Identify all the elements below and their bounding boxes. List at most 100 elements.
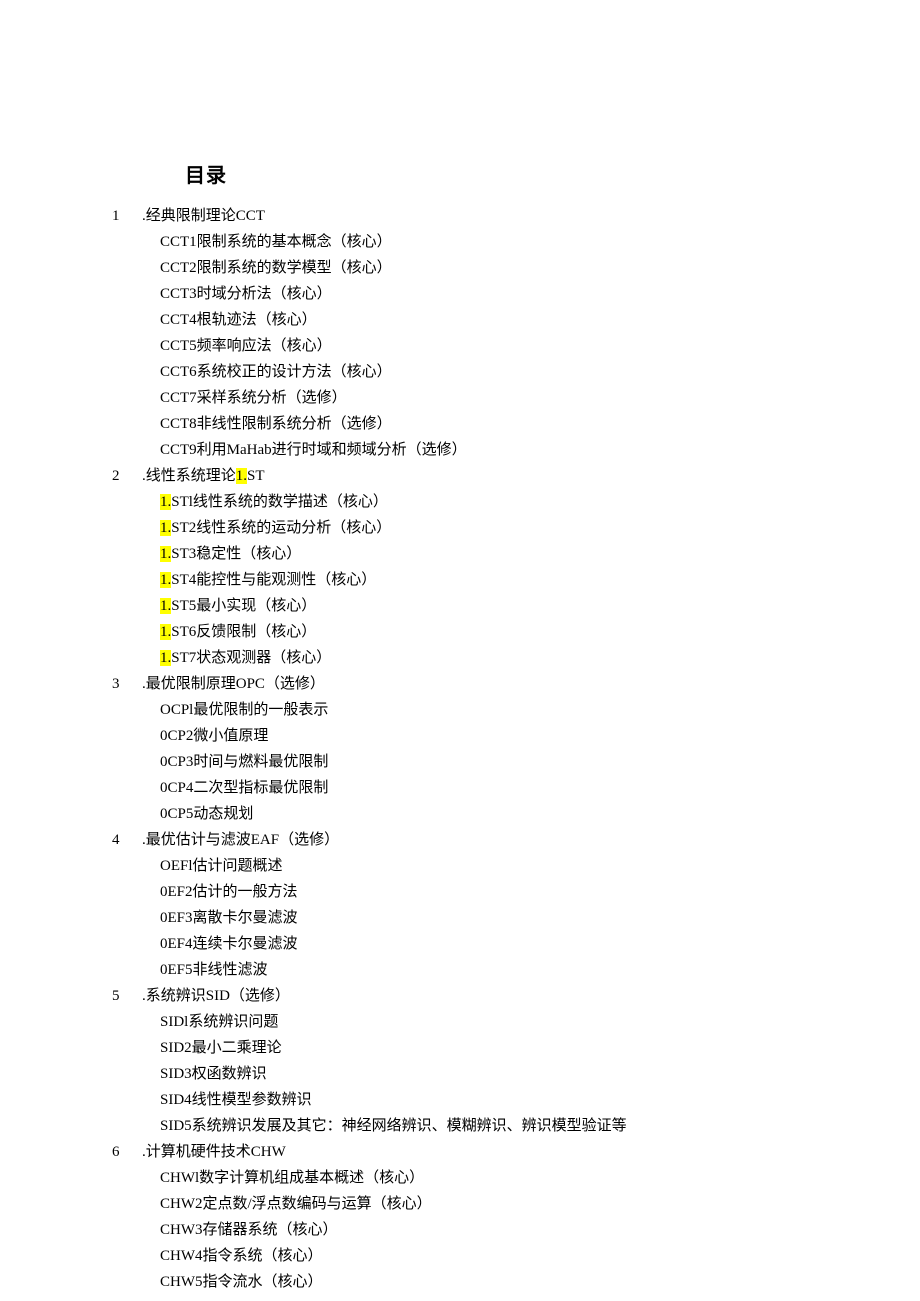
text: 0EF3离散卡尔曼滤波 xyxy=(160,910,298,926)
text: CCT7采样系统分析（选修） xyxy=(160,390,347,406)
text: CHWl数字计算机组成基本概述（核心） xyxy=(160,1170,424,1186)
toc-section-heading: 5 .系统辨识SID（选修） xyxy=(112,984,920,1008)
toc-item: 1.ST6反馈限制（核心） xyxy=(160,620,920,644)
toc-item: CHWl数字计算机组成基本概述（核心） xyxy=(160,1166,920,1190)
text: .经典限制理论CCT xyxy=(142,208,265,224)
text: 0EF5非线性滤波 xyxy=(160,962,268,978)
highlight-text: 1. xyxy=(160,494,171,510)
toc-item: 0CP2微小值原理 xyxy=(160,724,920,748)
text: CCT9利用MaHab进行时域和频域分析（选修） xyxy=(160,442,467,458)
section-title: .最优限制原理OPC（选修） xyxy=(142,672,325,696)
toc-item: CCT7采样系统分析（选修） xyxy=(160,386,920,410)
toc-item: CCT2限制系统的数学模型（核心） xyxy=(160,256,920,280)
toc-item: 1.ST3稳定性（核心） xyxy=(160,542,920,566)
toc-item: CCT3时域分析法（核心） xyxy=(160,282,920,306)
section-title: .经典限制理论CCT xyxy=(142,204,265,228)
toc-item: 1.ST2线性系统的运动分析（核心） xyxy=(160,516,920,540)
text: SID5系统辨识发展及其它：神经网络辨识、模糊辨识、辨识模型验证等 xyxy=(160,1118,627,1134)
highlight-text: 1. xyxy=(160,624,171,640)
section-title: .系统辨识SID（选修） xyxy=(142,984,290,1008)
text: CCT4根轨迹法（核心） xyxy=(160,312,317,328)
toc-item: 0CP4二次型指标最优限制 xyxy=(160,776,920,800)
section-title: .计算机硬件技术CHW xyxy=(142,1140,286,1164)
highlight-text: 1. xyxy=(160,546,171,562)
section-number: 4 xyxy=(112,828,124,852)
toc-item: CCT9利用MaHab进行时域和频域分析（选修） xyxy=(160,438,920,462)
text: ST4能控性与能观测性（核心） xyxy=(171,572,376,588)
highlight-text: 1. xyxy=(160,572,171,588)
document-page: 目录 1.经典限制理论CCT CCT1限制系统的基本概念（核心） CCT2限制系统的… xyxy=(0,0,920,1301)
section-number: 5 xyxy=(112,984,124,1008)
toc-item: 1.ST4能控性与能观测性（核心） xyxy=(160,568,920,592)
text: ST3稳定性（核心） xyxy=(171,546,301,562)
section-number: 6 xyxy=(112,1140,124,1164)
highlight-text: 1. xyxy=(160,650,171,666)
text: ST xyxy=(247,468,265,484)
text: CHW4指令系统（核心） xyxy=(160,1248,323,1264)
text: 0CP5动态规划 xyxy=(160,806,253,822)
section-items: OCPl最优限制的一般表示 0CP2微小值原理 0CP3时间与燃料最优限制 0CP4二… xyxy=(160,698,920,826)
toc-item: SID5系统辨识发展及其它：神经网络辨识、模糊辨识、辨识模型验证等 xyxy=(160,1114,920,1138)
toc-item: CHW3存储器系统（核心） xyxy=(160,1218,920,1242)
toc-item: 0EF4连续卡尔曼滤波 xyxy=(160,932,920,956)
text: ST2线性系统的运动分析（核心） xyxy=(171,520,391,536)
section-number: 3 xyxy=(112,672,124,696)
text: .线性系统理论 xyxy=(142,468,236,484)
toc-item: CCT1限制系统的基本概念（核心） xyxy=(160,230,920,254)
text: .系统辨识SID（选修） xyxy=(142,988,290,1004)
text: 0CP3时间与燃料最优限制 xyxy=(160,754,328,770)
text: CCT8非线性限制系统分析（选修） xyxy=(160,416,392,432)
section-items: CCT1限制系统的基本概念（核心） CCT2限制系统的数学模型（核心） CCT3时域… xyxy=(160,230,920,462)
text: OEFl估计问题概述 xyxy=(160,858,283,874)
text: CHW3存储器系统（核心） xyxy=(160,1222,338,1238)
text: .计算机硬件技术CHW xyxy=(142,1144,286,1160)
toc-item: 0EF3离散卡尔曼滤波 xyxy=(160,906,920,930)
toc-item: 1.ST5最小实现（核心） xyxy=(160,594,920,618)
text: CCT6系统校正的设计方法（核心） xyxy=(160,364,392,380)
text: 0EF4连续卡尔曼滤波 xyxy=(160,936,298,952)
text: ST5最小实现（核心） xyxy=(171,598,316,614)
text: CCT1限制系统的基本概念（核心） xyxy=(160,234,392,250)
toc-item: CCT8非线性限制系统分析（选修） xyxy=(160,412,920,436)
toc-section-heading: 1.经典限制理论CCT xyxy=(112,204,920,228)
section-items: 1.STl线性系统的数学描述（核心）1.ST2线性系统的运动分析（核心）1.ST… xyxy=(160,490,920,670)
section-number: 2 xyxy=(112,464,124,488)
text: 0CP2微小值原理 xyxy=(160,728,268,744)
toc-section-heading: 6 .计算机硬件技术CHW xyxy=(112,1140,920,1164)
section-items: CHWl数字计算机组成基本概述（核心） CHW2定点数/浮点数编码与运算（核心） C… xyxy=(160,1166,920,1294)
text: 0EF2估计的一般方法 xyxy=(160,884,298,900)
text: .最优估计与滤波EAF（选修） xyxy=(142,832,339,848)
toc-body: 1.经典限制理论CCT CCT1限制系统的基本概念（核心） CCT2限制系统的数学模… xyxy=(0,204,920,1294)
toc-item: CHW2定点数/浮点数编码与运算（核心） xyxy=(160,1192,920,1216)
text: SID3权函数辨识 xyxy=(160,1066,267,1082)
text: OCPl最优限制的一般表示 xyxy=(160,702,328,718)
toc-title: 目录 xyxy=(185,160,920,192)
toc-item: SID2最小二乘理论 xyxy=(160,1036,920,1060)
text: CHW2定点数/浮点数编码与运算（核心） xyxy=(160,1196,432,1212)
toc-item: OEFl估计问题概述 xyxy=(160,854,920,878)
text: CCT2限制系统的数学模型（核心） xyxy=(160,260,392,276)
toc-item: CCT4根轨迹法（核心） xyxy=(160,308,920,332)
toc-item: 1.STl线性系统的数学描述（核心） xyxy=(160,490,920,514)
toc-item: CHW4指令系统（核心） xyxy=(160,1244,920,1268)
text: SIDl系统辨识问题 xyxy=(160,1014,278,1030)
toc-item: SID4线性模型参数辨识 xyxy=(160,1088,920,1112)
text: ST6反馈限制（核心） xyxy=(171,624,316,640)
toc-item: SID3权函数辨识 xyxy=(160,1062,920,1086)
toc-item: 0CP5动态规划 xyxy=(160,802,920,826)
toc-item: 1.ST7状态观测器（核心） xyxy=(160,646,920,670)
toc-section-heading: 2 .线性系统理论1.ST xyxy=(112,464,920,488)
text: CCT3时域分析法（核心） xyxy=(160,286,332,302)
text: 0CP4二次型指标最优限制 xyxy=(160,780,328,796)
toc-item: 0EF5非线性滤波 xyxy=(160,958,920,982)
highlight-text: 1. xyxy=(160,598,171,614)
section-title: .最优估计与滤波EAF（选修） xyxy=(142,828,339,852)
highlight-text: 1. xyxy=(160,520,171,536)
text: CCT5频率响应法（核心） xyxy=(160,338,332,354)
text: ST7状态观测器（核心） xyxy=(171,650,331,666)
toc-item: CCT6系统校正的设计方法（核心） xyxy=(160,360,920,384)
toc-item: CHW5指令流水（核心） xyxy=(160,1270,920,1294)
section-title: .线性系统理论1.ST xyxy=(142,464,265,488)
text: CHW5指令流水（核心） xyxy=(160,1274,323,1290)
text: SID4线性模型参数辨识 xyxy=(160,1092,312,1108)
